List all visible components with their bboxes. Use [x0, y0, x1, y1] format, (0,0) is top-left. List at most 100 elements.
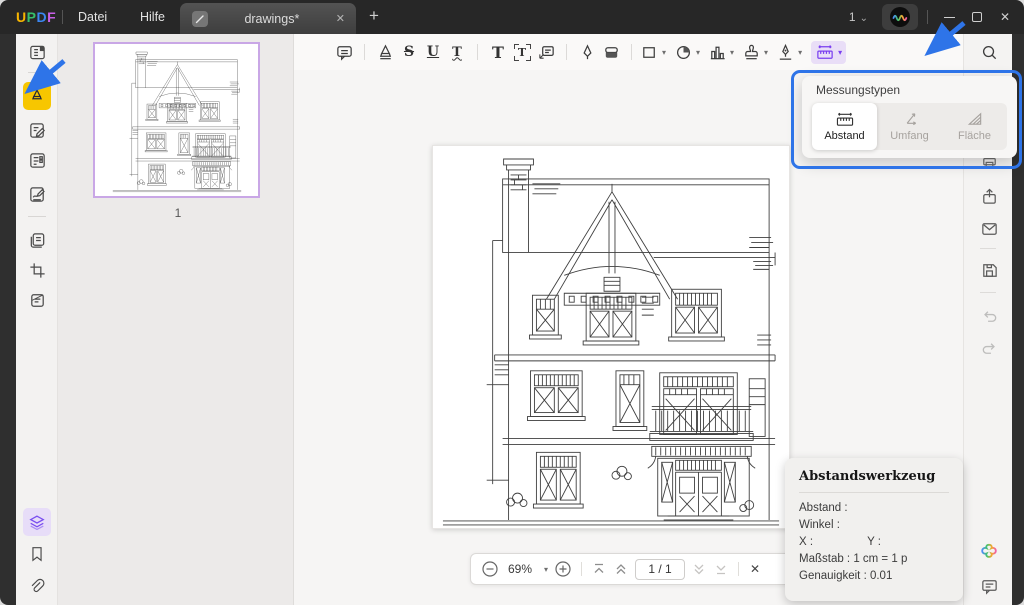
sidebar-item-crop[interactable]	[25, 258, 49, 282]
search-button[interactable]	[977, 40, 1001, 64]
shape-button[interactable]: ▾	[640, 39, 666, 65]
underline-button[interactable]: U	[421, 39, 445, 65]
option-abstand[interactable]: Abstand	[812, 103, 877, 150]
caret-down-icon: ▾	[798, 48, 802, 57]
textbox-icon: T	[514, 44, 531, 61]
first-page-button[interactable]	[591, 561, 607, 577]
tooltip-genauigkeit: Genauigkeit : 0.01	[799, 568, 892, 585]
updf-window: UPDF Datei Hilfe drawings* ✕ + 1⌄ ✕	[0, 0, 1024, 605]
ruler-icon	[815, 43, 835, 62]
minimize-button[interactable]	[936, 0, 962, 34]
thumbnail-house-drawing	[109, 47, 245, 193]
sidebar-item-bookmarks[interactable]	[25, 542, 49, 566]
textbox-button[interactable]: T	[510, 39, 534, 65]
titlebar: UPDF Datei Hilfe drawings* ✕ + 1⌄ ✕	[0, 0, 1024, 34]
zoombar-divider	[738, 562, 739, 576]
chevron-down-icon: ⌄	[860, 13, 868, 24]
pencil-button[interactable]	[575, 39, 599, 65]
caret-down-icon: ▾	[838, 48, 842, 57]
option-umfang[interactable]: Umfang	[877, 103, 942, 150]
tab-title: drawings*	[208, 12, 336, 26]
distance-icon	[834, 111, 856, 128]
page-thumbnail[interactable]	[93, 42, 260, 198]
zoombar-close-button[interactable]: ✕	[750, 562, 760, 576]
highlight-button[interactable]	[373, 39, 397, 65]
zoom-in-button[interactable]	[554, 560, 572, 578]
page-number-input[interactable]: 1 / 1	[635, 559, 685, 580]
feedback-button[interactable]	[977, 574, 1001, 598]
comment-button[interactable]	[332, 39, 356, 65]
toolbar-divider	[566, 44, 567, 60]
minimize-icon	[944, 17, 955, 18]
sticker-button[interactable]: ▾	[674, 39, 700, 65]
option-flaeche[interactable]: Fläche	[942, 103, 1007, 150]
sidebar-item-pages[interactable]	[25, 228, 49, 252]
close-button[interactable]: ✕	[992, 0, 1018, 34]
thumbnail-panel: 1	[58, 34, 294, 605]
tooltip-massstab: Maßstab : 1 cm = 1 p	[799, 551, 907, 568]
zoom-dropdown[interactable]: ▾	[544, 565, 548, 574]
callout-button[interactable]	[534, 39, 558, 65]
zoom-out-button[interactable]	[481, 560, 499, 578]
menu-datei[interactable]: Datei	[64, 0, 121, 34]
chart-button[interactable]: ▾	[708, 39, 734, 65]
tooltip-y: Y :	[867, 534, 881, 551]
email-button[interactable]	[977, 216, 1001, 240]
popup-title: Messungstypen	[816, 83, 900, 97]
document-icon	[192, 11, 208, 27]
document-tab[interactable]: drawings* ✕	[180, 3, 356, 34]
next-page-button[interactable]	[691, 561, 707, 577]
share-button[interactable]	[977, 184, 1001, 208]
measure-types-popup: Messungstypen Abstand Umfang Fläche	[802, 76, 1017, 158]
text-button[interactable]: T	[486, 39, 510, 65]
house-elevation-drawing	[433, 146, 789, 528]
redo-button[interactable]	[977, 336, 1001, 360]
perimeter-icon	[901, 111, 919, 128]
area-icon	[966, 111, 984, 128]
sidebar-item-reader[interactable]	[25, 40, 49, 64]
last-page-button[interactable]	[713, 561, 729, 577]
sidebar-divider	[28, 72, 46, 73]
left-window-rail	[0, 34, 16, 605]
tab-close-icon[interactable]: ✕	[336, 12, 345, 25]
signature-button[interactable]: ▾	[776, 39, 802, 65]
tooltip-winkel: Winkel :	[799, 517, 840, 534]
sidebar-item-sign[interactable]	[25, 182, 49, 206]
notification-count-dropdown[interactable]: 1⌄	[849, 0, 868, 34]
measure-options: Abstand Umfang Fläche	[812, 103, 1007, 150]
tooltip-abstand: Abstand :	[799, 500, 848, 517]
toolbar-divider	[631, 44, 632, 60]
eraser-button[interactable]	[599, 39, 623, 65]
measure-button[interactable]: ▾	[811, 41, 846, 64]
stamp-button[interactable]: ▾	[742, 39, 768, 65]
thumbnail-page-number: 1	[58, 206, 298, 220]
annotation-toolbar: S U T T T ▾ ▾ ▾ ▾	[294, 34, 963, 70]
sidebar-divider	[28, 216, 46, 217]
updf-ai-button[interactable]	[882, 4, 918, 30]
caret-down-icon: ▾	[764, 48, 768, 57]
save-button[interactable]	[977, 258, 1001, 282]
tool-sidebar	[16, 34, 58, 605]
undo-button[interactable]	[977, 304, 1001, 328]
previous-page-button[interactable]	[613, 561, 629, 577]
sidebar-item-layers[interactable]	[23, 508, 51, 536]
right-sidebar-divider	[980, 248, 996, 249]
caret-down-icon: ▾	[730, 48, 734, 57]
sidebar-item-comment[interactable]	[23, 82, 51, 110]
squiggly-underline-button[interactable]: T	[445, 39, 469, 65]
strikethrough-button[interactable]: S	[397, 39, 421, 65]
zoom-toolbar: 69% ▾ 1 / 1 ✕	[470, 553, 796, 585]
ai-assistant-button[interactable]	[977, 540, 1001, 564]
zoombar-divider	[581, 562, 582, 576]
tooltip-title: Abstandswerkzeug	[799, 469, 949, 484]
sidebar-item-edit[interactable]	[25, 118, 49, 142]
menu-hilfe[interactable]: Hilfe	[126, 0, 179, 34]
caret-down-icon: ▾	[696, 48, 700, 57]
zoom-level: 69%	[505, 562, 535, 576]
sidebar-item-forms[interactable]	[25, 148, 49, 172]
right-sidebar-divider	[980, 292, 996, 293]
sidebar-item-ocr[interactable]	[25, 288, 49, 312]
new-tab-button[interactable]: +	[363, 0, 385, 34]
sidebar-item-attachments[interactable]	[25, 574, 49, 598]
maximize-button[interactable]	[964, 0, 990, 34]
